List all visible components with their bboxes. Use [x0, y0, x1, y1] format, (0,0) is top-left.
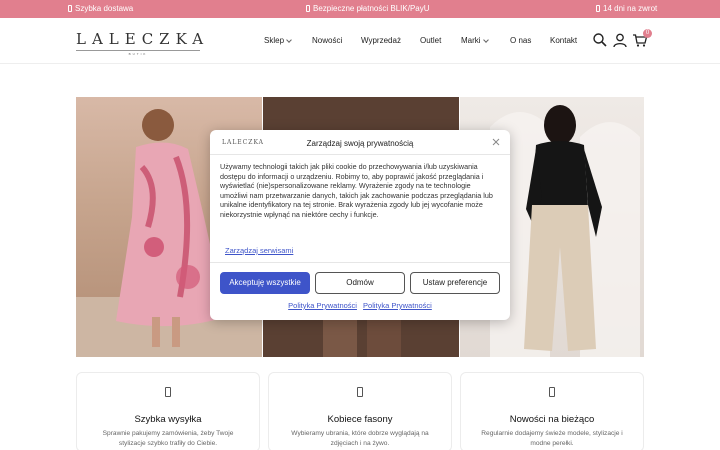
close-icon[interactable]: [492, 138, 500, 146]
dress-icon: [357, 387, 363, 397]
cart-icon[interactable]: 0: [632, 29, 652, 48]
lock-icon: [306, 5, 310, 12]
user-icon[interactable]: [612, 32, 628, 48]
feature-card-new-arrivals: Nowości na bieżąco Regularnie dodajemy ś…: [460, 372, 644, 450]
feature-card-fashion: Kobiece fasony Wybieramy ubrania, które …: [268, 372, 452, 450]
nav-label: Kontakt: [550, 36, 578, 45]
nav-label: Marki: [461, 36, 481, 45]
search-icon[interactable]: [592, 32, 608, 48]
nav-item-marki[interactable]: Marki: [461, 36, 489, 45]
nav-item-kontakt[interactable]: Kontakt: [550, 36, 577, 45]
divider: [210, 154, 510, 155]
deny-button[interactable]: Odmów: [315, 272, 405, 294]
nav-label: Nowości: [312, 36, 343, 45]
box-icon: [68, 5, 72, 12]
nav-item-sklep[interactable]: Sklep: [264, 36, 292, 45]
modal-body-text: Używamy technologii takich jak pliki coo…: [220, 162, 493, 219]
cookie-consent-modal: LALECZKA Zarządzaj swoją prywatnością Uż…: [210, 130, 510, 320]
chevron-down-icon: [286, 36, 292, 43]
feature-text: Wybieramy ubrania, które dobrze wyglądaj…: [291, 430, 429, 447]
accept-all-button[interactable]: Akceptuję wszystkie: [220, 272, 310, 294]
sparkle-icon: [549, 387, 555, 397]
chevron-down-icon: [482, 36, 489, 43]
topbar-label: Bezpieczne płatności BLIK/PayU: [313, 4, 430, 13]
nav-item-wyprzedaz[interactable]: Wyprzedaż: [361, 36, 401, 45]
site-header: LALECZKA BUTIK Sklep Nowości Wyprzedaż O…: [0, 18, 720, 64]
cart-count-badge: 0: [643, 29, 652, 38]
nav-item-o-nas[interactable]: O nas: [510, 36, 531, 45]
feature-title: Szybka wysyłka: [134, 414, 202, 425]
privacy-links: Polityka Prywatności Polityka Prywatnośc…: [210, 301, 510, 310]
site-logo[interactable]: LALECZKA BUTIK: [76, 30, 210, 56]
topbar-item-delivery: Szybka dostawa: [68, 4, 133, 13]
nav-label: Sklep: [264, 36, 285, 45]
top-info-bar: Szybka dostawa Bezpieczne płatności BLIK…: [0, 0, 720, 18]
nav-item-nowosci[interactable]: Nowości: [312, 36, 342, 45]
set-preferences-button[interactable]: Ustaw preferencje: [410, 272, 500, 294]
topbar-item-payments: Bezpieczne płatności BLIK/PayU: [306, 4, 430, 13]
manage-services-link[interactable]: Zarządzaj serwisami: [225, 246, 293, 255]
return-icon: [596, 5, 600, 12]
privacy-policy-link[interactable]: Polityka Prywatności: [363, 301, 432, 310]
logo-subtitle: BUTIK: [76, 50, 200, 56]
topbar-label: Szybka dostawa: [75, 4, 134, 13]
feature-text: Sprawnie pakujemy zamówienia, żeby Twoje…: [102, 430, 234, 447]
logo-text: LALECZKA: [76, 30, 210, 48]
feature-title: Kobiece fasony: [327, 414, 393, 425]
divider: [210, 262, 510, 263]
nav-label: Wyprzedaż: [361, 36, 401, 45]
modal-title: Zarządzaj swoją prywatnością: [306, 139, 414, 148]
topbar-label: 14 dni na zwrot: [603, 4, 658, 13]
feature-text: Regularnie dodajemy świeże modele, styli…: [481, 430, 623, 447]
feature-title: Nowości na bieżąco: [509, 414, 595, 425]
nav-item-outlet[interactable]: Outlet: [420, 36, 441, 45]
nav-label: O nas: [510, 36, 532, 45]
feature-card-shipping: Szybka wysyłka Sprawnie pakujemy zamówie…: [76, 372, 260, 450]
box-icon: [165, 387, 171, 397]
privacy-policy-link[interactable]: Polityka Prywatności: [288, 301, 357, 310]
nav-label: Outlet: [420, 36, 442, 45]
topbar-item-returns: 14 dni na zwrot: [596, 4, 657, 13]
